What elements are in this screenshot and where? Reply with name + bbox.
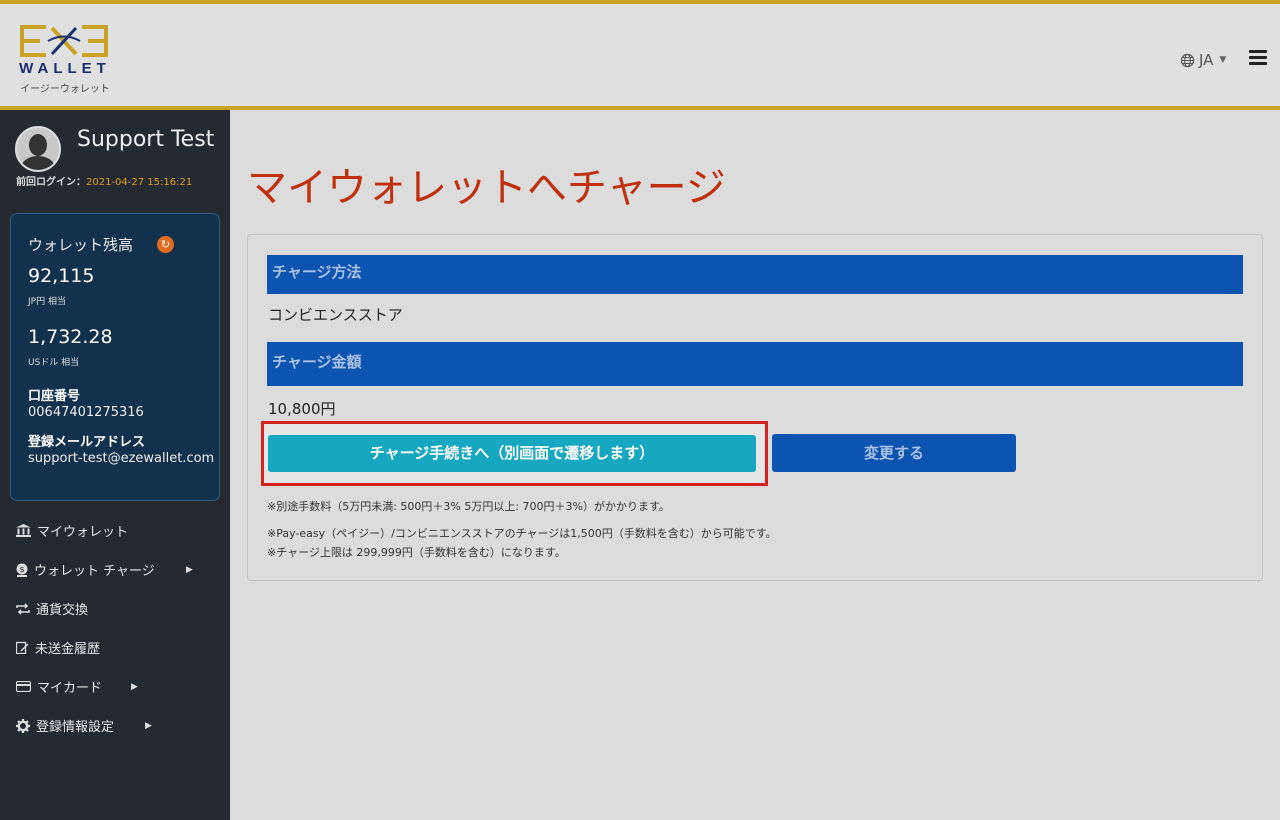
logo-wordmark: WALLET — [19, 60, 111, 77]
logo-kana: イージーウォレット — [20, 84, 110, 95]
last-login-time: 2021-04-27 15:16:21 — [86, 177, 193, 188]
email-label: 登録メールアドレス — [28, 435, 146, 450]
sidebar-item-my-wallet[interactable]: マイウォレット — [16, 521, 128, 540]
sidebar-item-registration-settings[interactable]: 登録情報設定 — [16, 716, 114, 735]
jpy-balance-label: JP円 相当 — [28, 297, 66, 307]
exchange-icon — [16, 602, 30, 615]
language-selector[interactable]: JA ▼ — [1180, 51, 1226, 69]
charge-method-header: チャージ方法 — [267, 255, 1243, 294]
caret-down-icon: ▼ — [1219, 55, 1227, 65]
last-login: 前回ログイン：2021-04-27 15:16:21 — [16, 173, 192, 188]
account-number-label: 口座番号 — [28, 389, 81, 404]
language-label: JA — [1199, 51, 1214, 69]
charge-method-value: コンビエンスストア — [268, 306, 403, 324]
hamburger-menu-icon[interactable] — [1249, 50, 1267, 66]
sidebar: Support Test 前回ログイン：2021-04-27 15:16:21 … — [0, 110, 230, 820]
sidebar-item-unsent-history[interactable]: 未送金履歴 — [16, 638, 100, 657]
usd-balance-label: USドル 相当 — [28, 358, 80, 368]
sidebar-item-my-card[interactable]: マイカード — [16, 677, 102, 696]
sidebar-item-label: マイウォレット — [37, 525, 129, 540]
caret-right-icon: ▶ — [131, 682, 138, 692]
sidebar-item-wallet-charge[interactable]: $ ウォレット チャージ — [16, 560, 155, 579]
wallet-balance-card: ウォレット残高 ↻ 92,115 JP円 相当 1,732.28 USドル 相当… — [10, 213, 220, 501]
credit-card-icon — [16, 681, 31, 692]
sidebar-item-label: 登録情報設定 — [36, 720, 115, 735]
usd-balance: 1,732.28 — [28, 326, 113, 348]
wallet-balance-title: ウォレット残高 — [28, 236, 134, 254]
caret-right-icon: ▶ — [145, 721, 152, 731]
sidebar-item-label: 未送金履歴 — [35, 642, 101, 657]
refresh-icon[interactable]: ↻ — [157, 236, 174, 253]
user-name: Support Test — [77, 127, 215, 152]
fee-note: ※別途手数料（5万円未満: 500円＋3% 5万円以上: 700円＋3%）がかか… — [267, 500, 670, 513]
minimum-charge-note: ※Pay-easy（ペイジー）/コンビニエンスストアのチャージは1,500円（手… — [267, 527, 777, 540]
charge-confirm-panel: チャージ方法 コンビエンスストア チャージ金額 10,800円 チャージ手続きへ… — [247, 234, 1263, 581]
charge-amount-value: 10,800円 — [268, 400, 336, 418]
eze-wallet-logo[interactable]: WALLET イージーウォレット — [14, 22, 116, 96]
sidebar-item-label: ウォレット チャージ — [34, 564, 155, 579]
globe-icon — [1180, 53, 1195, 67]
change-button[interactable]: 変更する — [772, 434, 1016, 472]
account-number: 00647401275316 — [28, 405, 144, 420]
sidebar-item-label: 通貨交換 — [36, 603, 89, 618]
svg-text:$: $ — [19, 565, 24, 574]
page-title: マイウォレットへチャージ — [247, 165, 726, 211]
email-address: support-test@ezewallet.com — [28, 451, 215, 466]
eze-logo-mark-icon — [20, 25, 108, 57]
avatar — [15, 126, 61, 172]
charge-amount-header: チャージ金額 — [267, 342, 1243, 386]
sidebar-item-label: マイカード — [37, 681, 103, 696]
gear-icon — [16, 718, 30, 733]
bank-icon — [16, 524, 31, 537]
jpy-balance: 92,115 — [28, 265, 95, 287]
coin-icon: $ — [16, 563, 28, 577]
charge-limit-note: ※チャージ上限は 299,999円（手数料を含む）になります。 — [267, 546, 566, 559]
app-header: WALLET イージーウォレット JA ▼ — [0, 0, 1280, 110]
sidebar-item-currency-exchange[interactable]: 通貨交換 — [16, 599, 88, 618]
last-login-label: 前回ログイン： — [16, 177, 86, 188]
caret-right-icon: ▶ — [186, 565, 193, 575]
edit-icon — [16, 641, 29, 654]
proceed-to-charge-button[interactable]: チャージ手続きへ（別画面で遷移します） — [268, 435, 756, 472]
